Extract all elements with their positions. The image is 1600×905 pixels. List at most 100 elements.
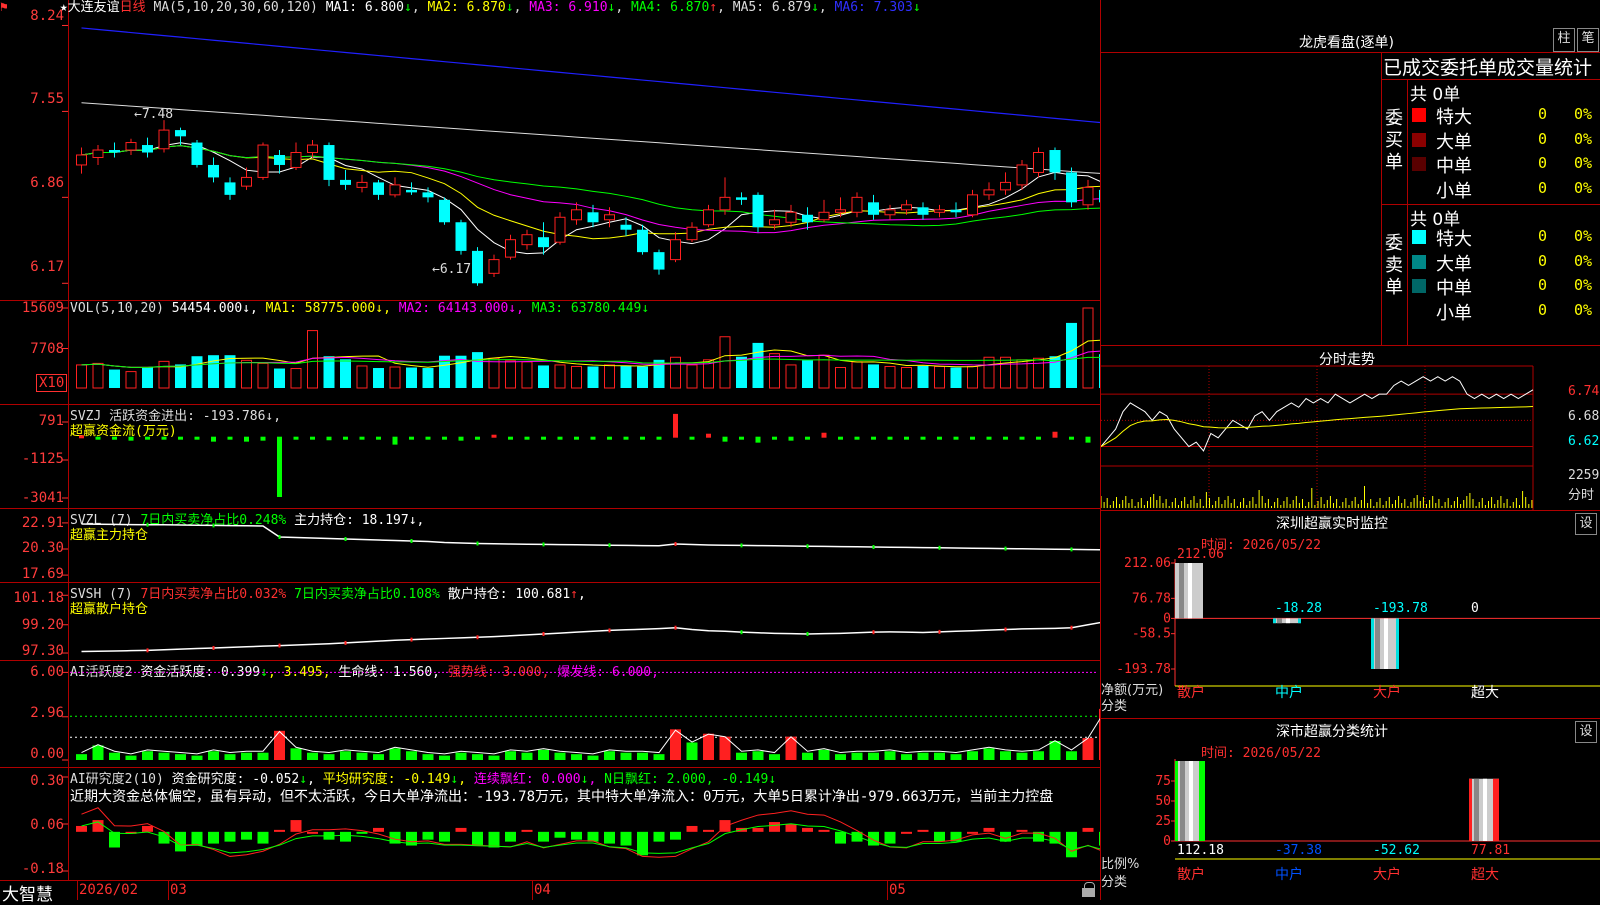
activity-bar [752, 751, 764, 760]
class-stat-chart[interactable]: 75 50 25 0 112.18 -37.38 -52.62 77.81 散户 中户 大户 超大 [1101, 719, 1600, 901]
volume-chart[interactable] [0, 300, 1100, 404]
order-type-label: 大单 [1436, 253, 1472, 275]
buy-total: 共 0单 [1410, 85, 1461, 105]
longhu-panel: 龙虎看盘(逐单) 柱 笔 已成交委托单成交量统计 委买单 委卖单 共 0单 共 … [1101, 0, 1600, 345]
candle-body [488, 259, 500, 274]
sz-monitor-chart[interactable]: 212.0676.780-58.5-193.78212.06-18.28 -193… [1101, 511, 1600, 719]
flow-bar [953, 436, 959, 440]
research-bar [422, 831, 434, 840]
candle-body [224, 182, 236, 195]
order-row: 小单 0 0% [1408, 177, 1600, 202]
class-stat-panel[interactable]: 深市超赢分类统计 设 时间: 2026/05/22 比例% 分类 75 50 25 0… [1101, 718, 1600, 901]
svzl-chart[interactable] [0, 508, 1100, 582]
candle-body [92, 149, 104, 158]
svsh-chart[interactable] [0, 582, 1100, 660]
candle-body [208, 164, 219, 178]
volume-bar [356, 365, 368, 389]
activity-bar [356, 752, 368, 760]
kline-panel[interactable]: ⚑ ★大连友谊日线 MA(5,10,20,30,60,120) MA1: 6.80… [0, 0, 1100, 301]
candle-body [505, 239, 516, 258]
flow-bar [524, 436, 530, 440]
order-volume: 0 [1538, 154, 1548, 172]
flow-bar [755, 436, 761, 443]
ma5-line [81, 142, 1100, 255]
category-label: 超大 [1471, 685, 1499, 701]
volume-bar [851, 361, 863, 389]
svzj-panel[interactable]: SVZJ 活跃资金进出: -193.786↓, 超赢资金流(万元) 791 -1… [0, 404, 1100, 509]
y-tick: 212.06 [1124, 556, 1171, 571]
flow-bar [1069, 436, 1074, 440]
candle-body [191, 142, 203, 165]
flow-bar [772, 436, 777, 440]
intraday-panel[interactable]: 分时走势 6.74 6.68 6.62 2259 分时 [1101, 345, 1600, 511]
activity-bar [637, 752, 648, 760]
candle-body [967, 194, 978, 216]
svzj-chart[interactable] [0, 404, 1100, 508]
order-percent: 0% [1574, 178, 1593, 197]
ai-activity-chart[interactable] [0, 660, 1100, 767]
y-tick: -193.78 [1116, 662, 1171, 677]
date-label: 05 [889, 882, 906, 898]
flow-bar-shade [1375, 618, 1380, 669]
y-tick: 25 [1155, 814, 1171, 829]
activity-bar [1000, 751, 1011, 760]
candle-body [307, 144, 318, 154]
ratio-bar-edge [1493, 778, 1499, 841]
candle-body [554, 216, 566, 243]
flow-bar [1003, 436, 1008, 440]
volume-bar [175, 364, 186, 388]
date-axis: 大智慧 2026/02 03 04 05 [0, 880, 1100, 905]
activity-bar [983, 748, 995, 760]
tab-tick[interactable]: 笔 [1577, 28, 1599, 52]
activity-bar [158, 752, 170, 760]
activity-bar [736, 752, 747, 760]
candle-body [736, 197, 747, 200]
research-bar [274, 829, 285, 832]
candle-body [274, 155, 285, 165]
buy-label: 委买单 [1385, 108, 1403, 173]
activity-bar [439, 755, 450, 760]
activity-bar [604, 751, 615, 760]
flow-bar [112, 436, 117, 440]
activity-bar [406, 751, 417, 760]
activity-bar [620, 752, 632, 760]
activity-bar [950, 754, 962, 760]
ma60-line [81, 102, 1100, 174]
flow-bar [706, 433, 711, 438]
ai-research-chart[interactable] [0, 767, 1100, 880]
candle-body [835, 209, 846, 213]
color-swatch [1412, 108, 1426, 122]
activity-bar [653, 754, 665, 760]
flow-bar-shade [1179, 563, 1184, 619]
volume-bar [274, 368, 285, 388]
candle-body [109, 150, 120, 153]
intraday-chart[interactable] [1101, 346, 1600, 511]
volume-bar [538, 365, 549, 388]
color-swatch [1412, 254, 1426, 269]
research-bar [307, 831, 318, 834]
flow-bar [161, 436, 167, 440]
activity-bar [488, 755, 500, 760]
candle-body [620, 224, 632, 230]
volume-panel[interactable]: VOL(5,10,20) 54454.000↓, MA1: 58775.000↓… [0, 300, 1100, 405]
order-type-label: 中单 [1436, 278, 1472, 299]
ai-activity-panel[interactable]: AI活跃度2 资金活跃度: 0.399↓, 3.495, 生命线: 1.560,… [0, 660, 1100, 768]
svzl-panel[interactable]: SVZL (7) 7日内买卖净占比0.248% 主力持仓: 18.197↓, 超… [0, 508, 1100, 583]
tab-bar[interactable]: 柱 [1553, 28, 1575, 52]
svsh-panel[interactable]: SVSH (7) 7日内买卖净占比0.032% 7日内买卖净占比0.108% 散… [0, 582, 1100, 661]
bar-value-label: 0 [1471, 601, 1479, 616]
flow-bar [491, 434, 497, 438]
candle-body [142, 145, 153, 153]
volume-bar [1000, 356, 1011, 389]
order-volume: 0 [1538, 129, 1548, 148]
order-percent: 0% [1574, 154, 1593, 172]
candle-body [125, 142, 137, 151]
candle-body [1000, 181, 1011, 191]
ai-research-panel[interactable]: AI研究度2(10) 资金研究度: -0.052↓, 平均研究度: -0.149… [0, 767, 1100, 881]
activity-bar [868, 752, 879, 760]
sz-monitor-panel[interactable]: 深圳超赢实时监控 设 时间: 2026/05/22 净额(万元) 分类 212.… [1101, 510, 1600, 719]
activity-bar [1066, 751, 1077, 760]
candle-body [934, 209, 945, 213]
activity-bar [884, 751, 896, 760]
kline-chart[interactable] [0, 0, 1100, 300]
